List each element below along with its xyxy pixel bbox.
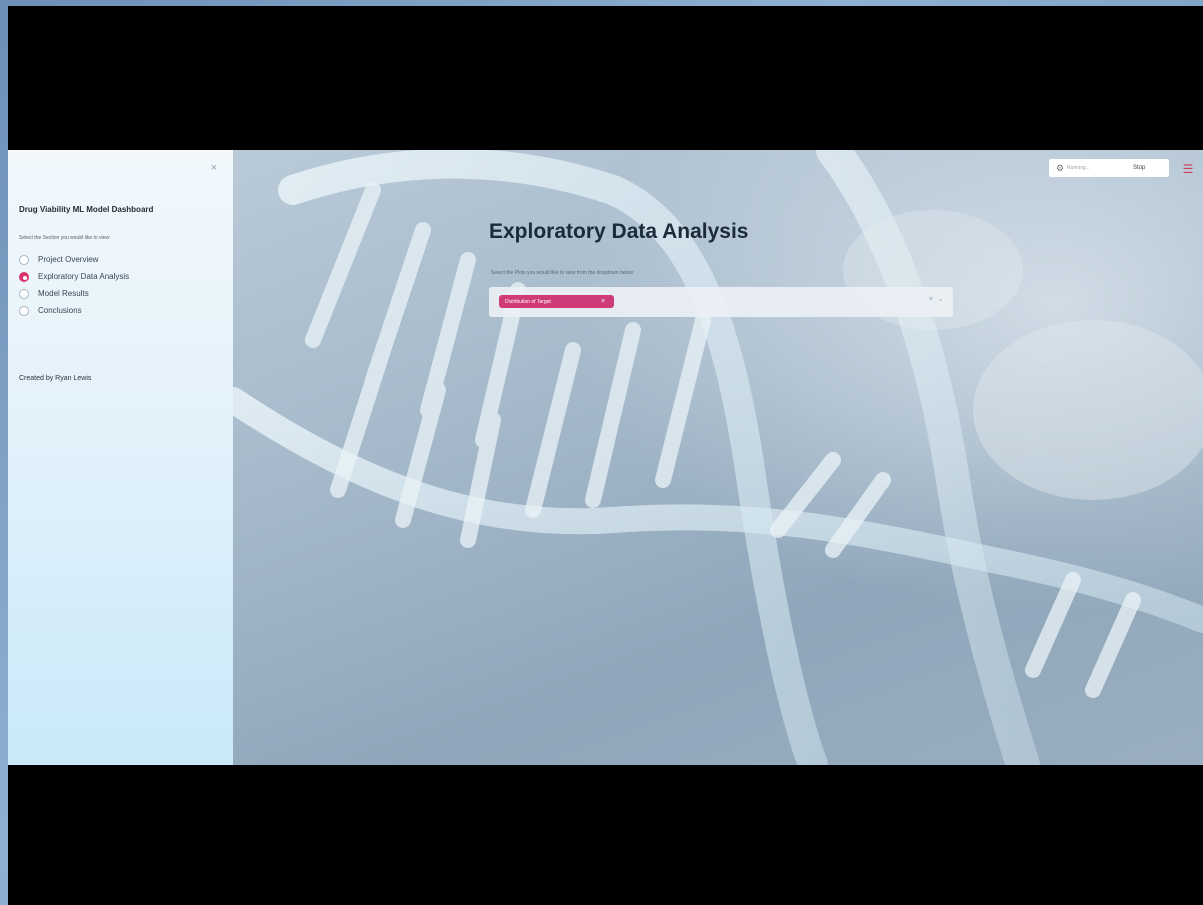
plot-multiselect[interactable]: Distribution of Target × × ⌄ (489, 287, 953, 317)
radio-option-model-results[interactable]: Model Results (19, 285, 129, 302)
radio-option-label: Project Overview (38, 255, 99, 264)
radio-option-label: Model Results (38, 289, 89, 298)
radio-option-label: Exploratory Data Analysis (38, 272, 130, 281)
radio-option-project-overview[interactable]: Project Overview (19, 251, 129, 268)
running-figure-icon: ⚙ (1055, 162, 1065, 173)
plot-select-caption: Select the Plots you would like to view … (491, 270, 635, 276)
close-sidebar-icon[interactable]: × (208, 162, 220, 174)
sidebar: × Drug Viability ML Model Dashboard Sele… (8, 150, 233, 765)
clear-selection-icon[interactable]: × (929, 296, 933, 303)
radio-option-exploratory-data-analysis[interactable]: Exploratory Data Analysis (19, 268, 129, 285)
main-content: Exploratory Data Analysis Select the Plo… (233, 150, 1203, 765)
hamburger-menu-icon[interactable]: ☰ (1181, 162, 1195, 176)
radio-button-selected-icon[interactable] (19, 271, 29, 282)
author-credit: Created by Ryan Lewis (19, 375, 92, 382)
chip-label: Distribution of Target (505, 298, 551, 305)
chip-remove-icon[interactable]: × (601, 295, 605, 308)
page-title: Exploratory Data Analysis (489, 220, 749, 243)
status-toolbar: ⚙ Running... Stop (1049, 159, 1169, 177)
radio-button-icon[interactable] (19, 254, 29, 265)
chevron-down-icon[interactable]: ⌄ (938, 296, 943, 303)
streamlit-app: × Drug Viability ML Model Dashboard Sele… (8, 150, 1203, 765)
section-radio-group: Project Overview Exploratory Data Analys… (19, 251, 129, 319)
section-select-prompt: Select the Section you would like to vie… (19, 235, 111, 241)
running-status-text: Running... (1067, 165, 1090, 171)
selected-plot-chip[interactable]: Distribution of Target × (499, 295, 614, 308)
radio-option-conclusions[interactable]: Conclusions (19, 302, 129, 319)
radio-button-icon[interactable] (19, 288, 29, 299)
stop-button[interactable]: Stop (1133, 165, 1145, 171)
radio-button-icon[interactable] (19, 305, 29, 316)
sidebar-title: Drug Viability ML Model Dashboard (19, 205, 154, 214)
radio-option-label: Conclusions (38, 306, 82, 315)
